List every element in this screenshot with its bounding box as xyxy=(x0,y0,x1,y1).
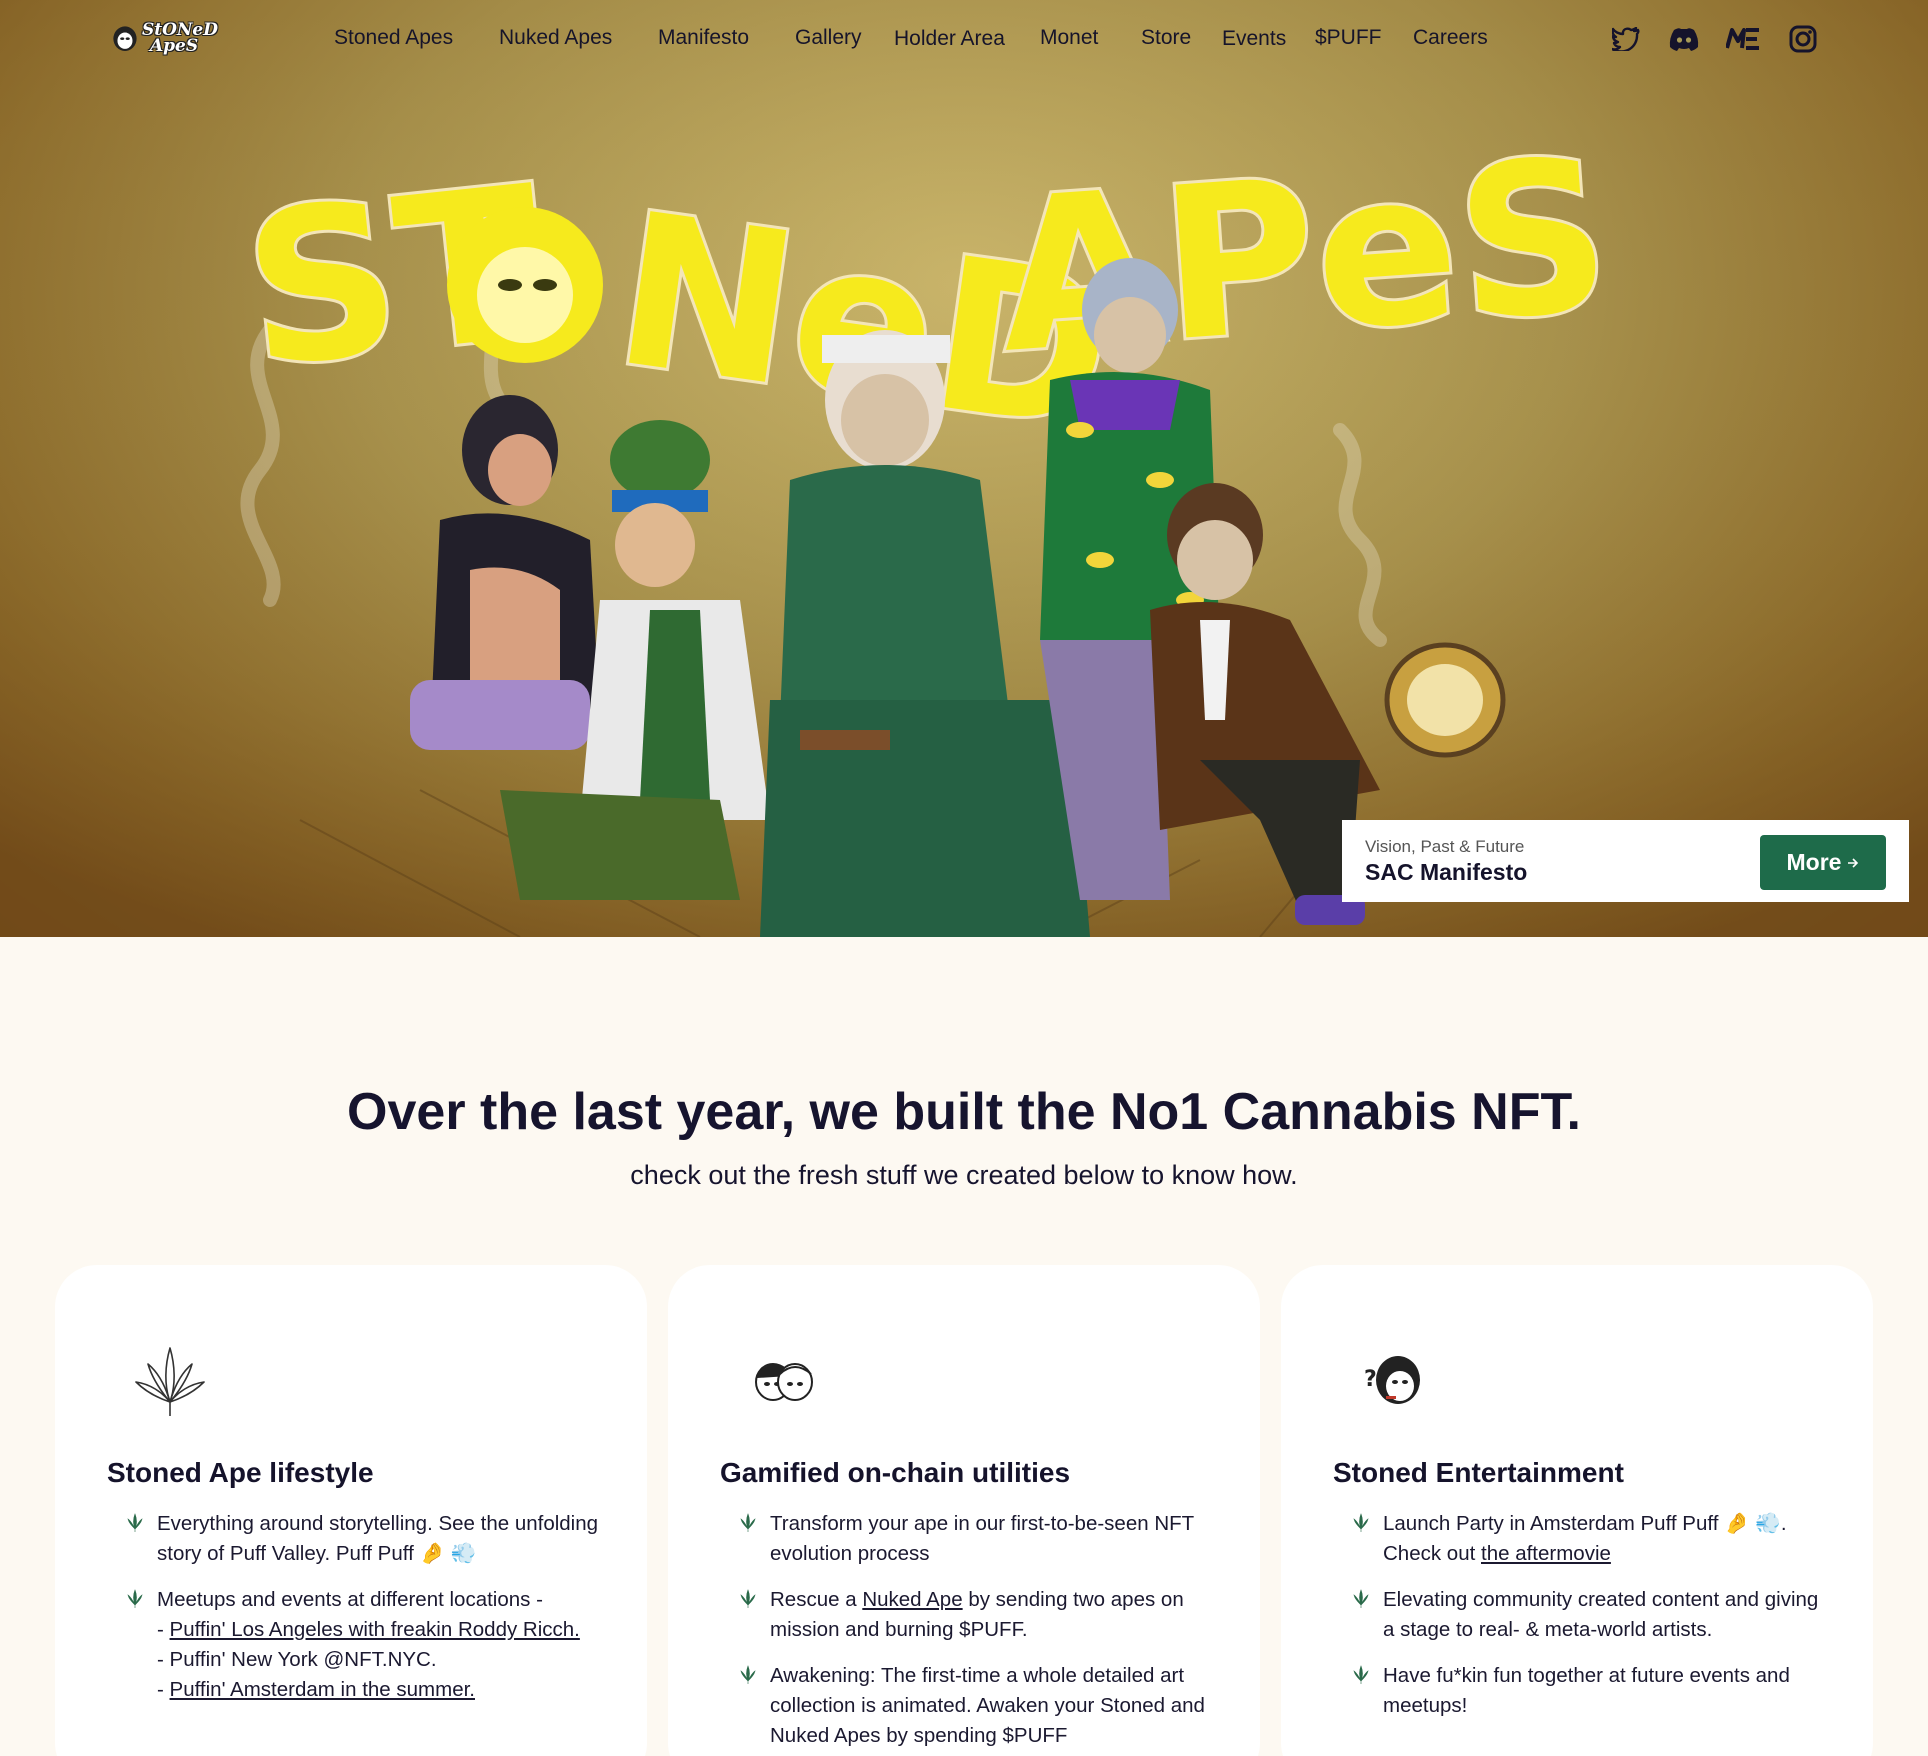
list-item: Transform your ape in our first-to-be-se… xyxy=(738,1509,1218,1569)
link-puffin-la[interactable]: Puffin' Los Angeles with freakin Roddy R… xyxy=(170,1618,580,1641)
nav-puff[interactable]: $PUFF xyxy=(1315,26,1382,50)
leaf-bullet-icon xyxy=(740,1589,756,1608)
nav-careers[interactable]: Careers xyxy=(1413,26,1488,50)
card-title: Stoned Ape lifestyle xyxy=(107,1457,374,1488)
manifesto-subtitle: Vision, Past & Future xyxy=(1365,837,1525,856)
card-list: Launch Party in Amsterdam Puff Puff 🤌 💨.… xyxy=(1351,1509,1831,1737)
card-title: Gamified on-chain utilities xyxy=(720,1457,1071,1488)
leaf-bullet-icon xyxy=(127,1513,143,1532)
nav-stoned-apes[interactable]: Stoned Apes xyxy=(334,26,453,50)
list-item: Meetups and events at different location… xyxy=(125,1585,605,1705)
logo-text: StONeD ApeS xyxy=(141,20,218,56)
nav-nuked-apes[interactable]: Nuked Apes xyxy=(499,26,612,50)
leaf-bullet-icon xyxy=(740,1513,756,1532)
hero-banner: ST NeD APeS StONeD ApeS Stoned Apes Nuke… xyxy=(0,0,1928,937)
nav-holder-area[interactable]: Holder Area xyxy=(894,27,1005,51)
feature-card-entertainment: ? Stoned Entertainment Launch Party in A… xyxy=(1281,1265,1873,1756)
confused-ape-icon: ? xyxy=(1364,1356,1420,1404)
nav-monet[interactable]: Monet xyxy=(1040,26,1098,50)
list-item: Launch Party in Amsterdam Puff Puff 🤌 💨.… xyxy=(1351,1509,1831,1569)
hero-illustration: ST NeD APeS xyxy=(0,0,1928,937)
ape-logo-icon xyxy=(113,26,137,51)
card-list: Everything around storytelling. See the … xyxy=(125,1509,605,1721)
more-button[interactable]: More xyxy=(1760,835,1886,890)
card-title: Stoned Entertainment xyxy=(1333,1457,1624,1488)
leaf-bullet-icon xyxy=(740,1665,756,1684)
list-item: Rescue a Nuked Ape by sending two apes o… xyxy=(738,1585,1218,1645)
feature-card-utilities: Gamified on-chain utilities Transform yo… xyxy=(668,1265,1260,1756)
leaf-bullet-icon xyxy=(127,1589,143,1608)
section-headline: Over the last year, we built the No1 Can… xyxy=(347,1083,1581,1141)
arrow-right-icon xyxy=(1848,857,1859,868)
leaf-bullet-icon xyxy=(1353,1589,1369,1608)
manifesto-title: SAC Manifesto xyxy=(1365,859,1528,885)
list-item: Awakening: The first-time a whole detail… xyxy=(738,1661,1218,1751)
more-button-label: More xyxy=(1786,849,1842,875)
list-item: Have fu*kin fun together at future event… xyxy=(1351,1661,1831,1721)
instagram-icon[interactable] xyxy=(1786,22,1820,56)
discord-icon[interactable] xyxy=(1667,22,1701,56)
twitter-icon[interactable] xyxy=(1609,22,1643,56)
link-aftermovie[interactable]: the aftermovie xyxy=(1481,1542,1611,1565)
feature-card-lifestyle: Stoned Ape lifestyle Everything around s… xyxy=(55,1265,647,1756)
nav-manifesto[interactable]: Manifesto xyxy=(658,26,749,50)
svg-text:APeS: APeS xyxy=(991,113,1617,400)
card-list: Transform your ape in our first-to-be-se… xyxy=(738,1509,1218,1756)
magic-eden-icon[interactable] xyxy=(1726,22,1760,56)
leaf-bullet-icon xyxy=(1353,1665,1369,1684)
list-item: Everything around storytelling. See the … xyxy=(125,1509,605,1569)
list-item: Elevating community created content and … xyxy=(1351,1585,1831,1645)
two-apes-icon xyxy=(755,1363,813,1401)
link-nuked-ape[interactable]: Nuked Ape xyxy=(862,1588,962,1611)
link-puffin-amsterdam[interactable]: Puffin' Amsterdam in the summer. xyxy=(170,1678,475,1701)
nav-events[interactable]: Events xyxy=(1222,27,1286,51)
nav-store[interactable]: Store xyxy=(1141,26,1191,50)
top-nav: StONeD ApeS Stoned Apes Nuked Apes Manif… xyxy=(0,0,1928,80)
cannabis-leaf-icon xyxy=(135,1347,205,1416)
svg-text:?: ? xyxy=(1364,1367,1377,1392)
manifesto-card: Vision, Past & Future SAC Manifesto More xyxy=(1342,820,1909,902)
nav-gallery[interactable]: Gallery xyxy=(795,26,862,50)
leaf-bullet-icon xyxy=(1353,1513,1369,1532)
section-subline: check out the fresh stuff we created bel… xyxy=(630,1160,1298,1190)
site-logo[interactable]: StONeD ApeS xyxy=(112,14,218,62)
